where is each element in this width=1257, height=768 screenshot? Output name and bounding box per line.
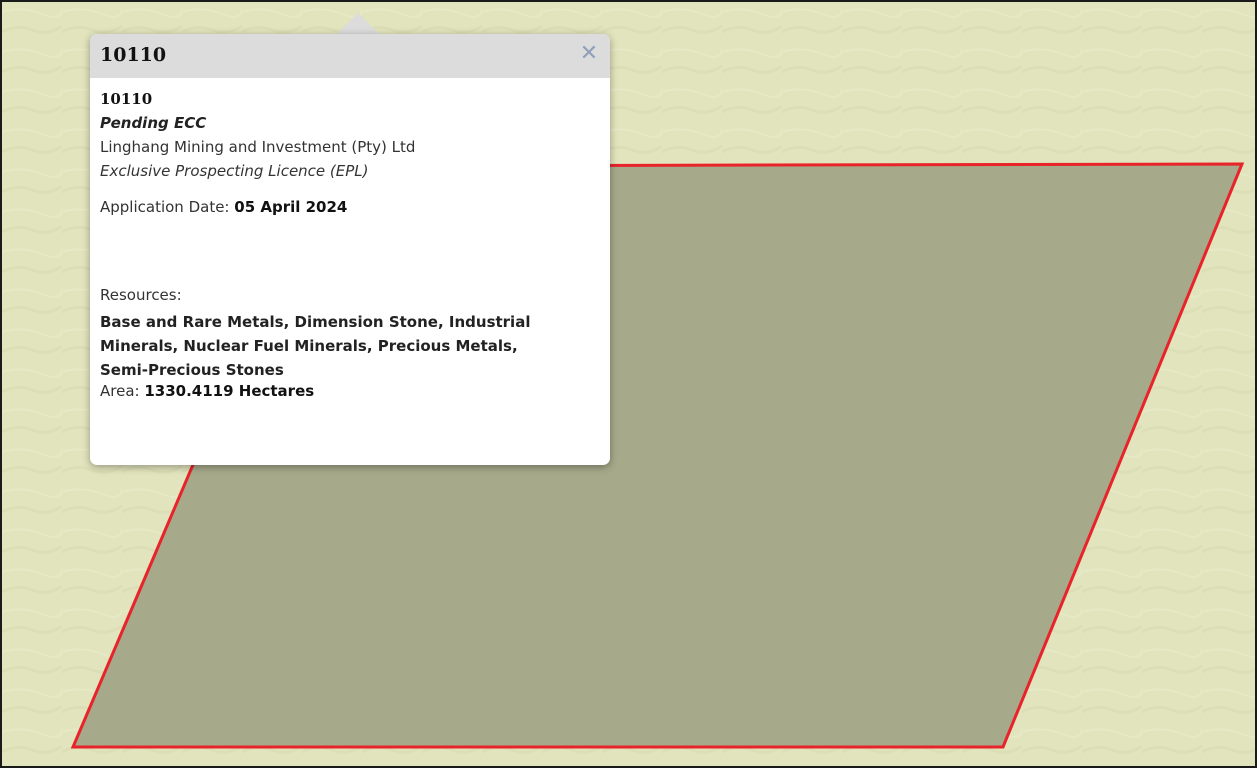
licence-status: Pending ECC [100,114,207,132]
feature-info-popup: 10110 ✕ 10110 Pending ECC Linghang Minin… [90,34,610,465]
resources-label: Resources: [100,286,182,304]
popup-pointer [336,13,380,35]
application-date-label: Application Date: [100,198,235,216]
application-date-value: 05 April 2024 [234,198,348,216]
popup-title: 10110 [100,44,167,66]
resources-value: Base and Rare Metals, Dimension Stone, I… [100,313,531,379]
popup-header: 10110 ✕ [90,34,610,78]
area-value: 1330.4119 Hectares [144,382,315,400]
application-date-row: Application Date: 05 April 2024 [100,198,347,216]
close-icon[interactable]: ✕ [577,42,601,66]
licence-holder: Linghang Mining and Investment (Pty) Ltd [100,138,416,156]
parcel-id: 10110 [100,90,153,108]
area-row: Area: 1330.4119 Hectares [100,382,314,400]
area-label: Area: [100,382,145,400]
licence-type: Exclusive Prospecting Licence (EPL) [100,162,369,180]
map-view[interactable]: 10110 ✕ 10110 Pending ECC Linghang Minin… [0,0,1257,768]
